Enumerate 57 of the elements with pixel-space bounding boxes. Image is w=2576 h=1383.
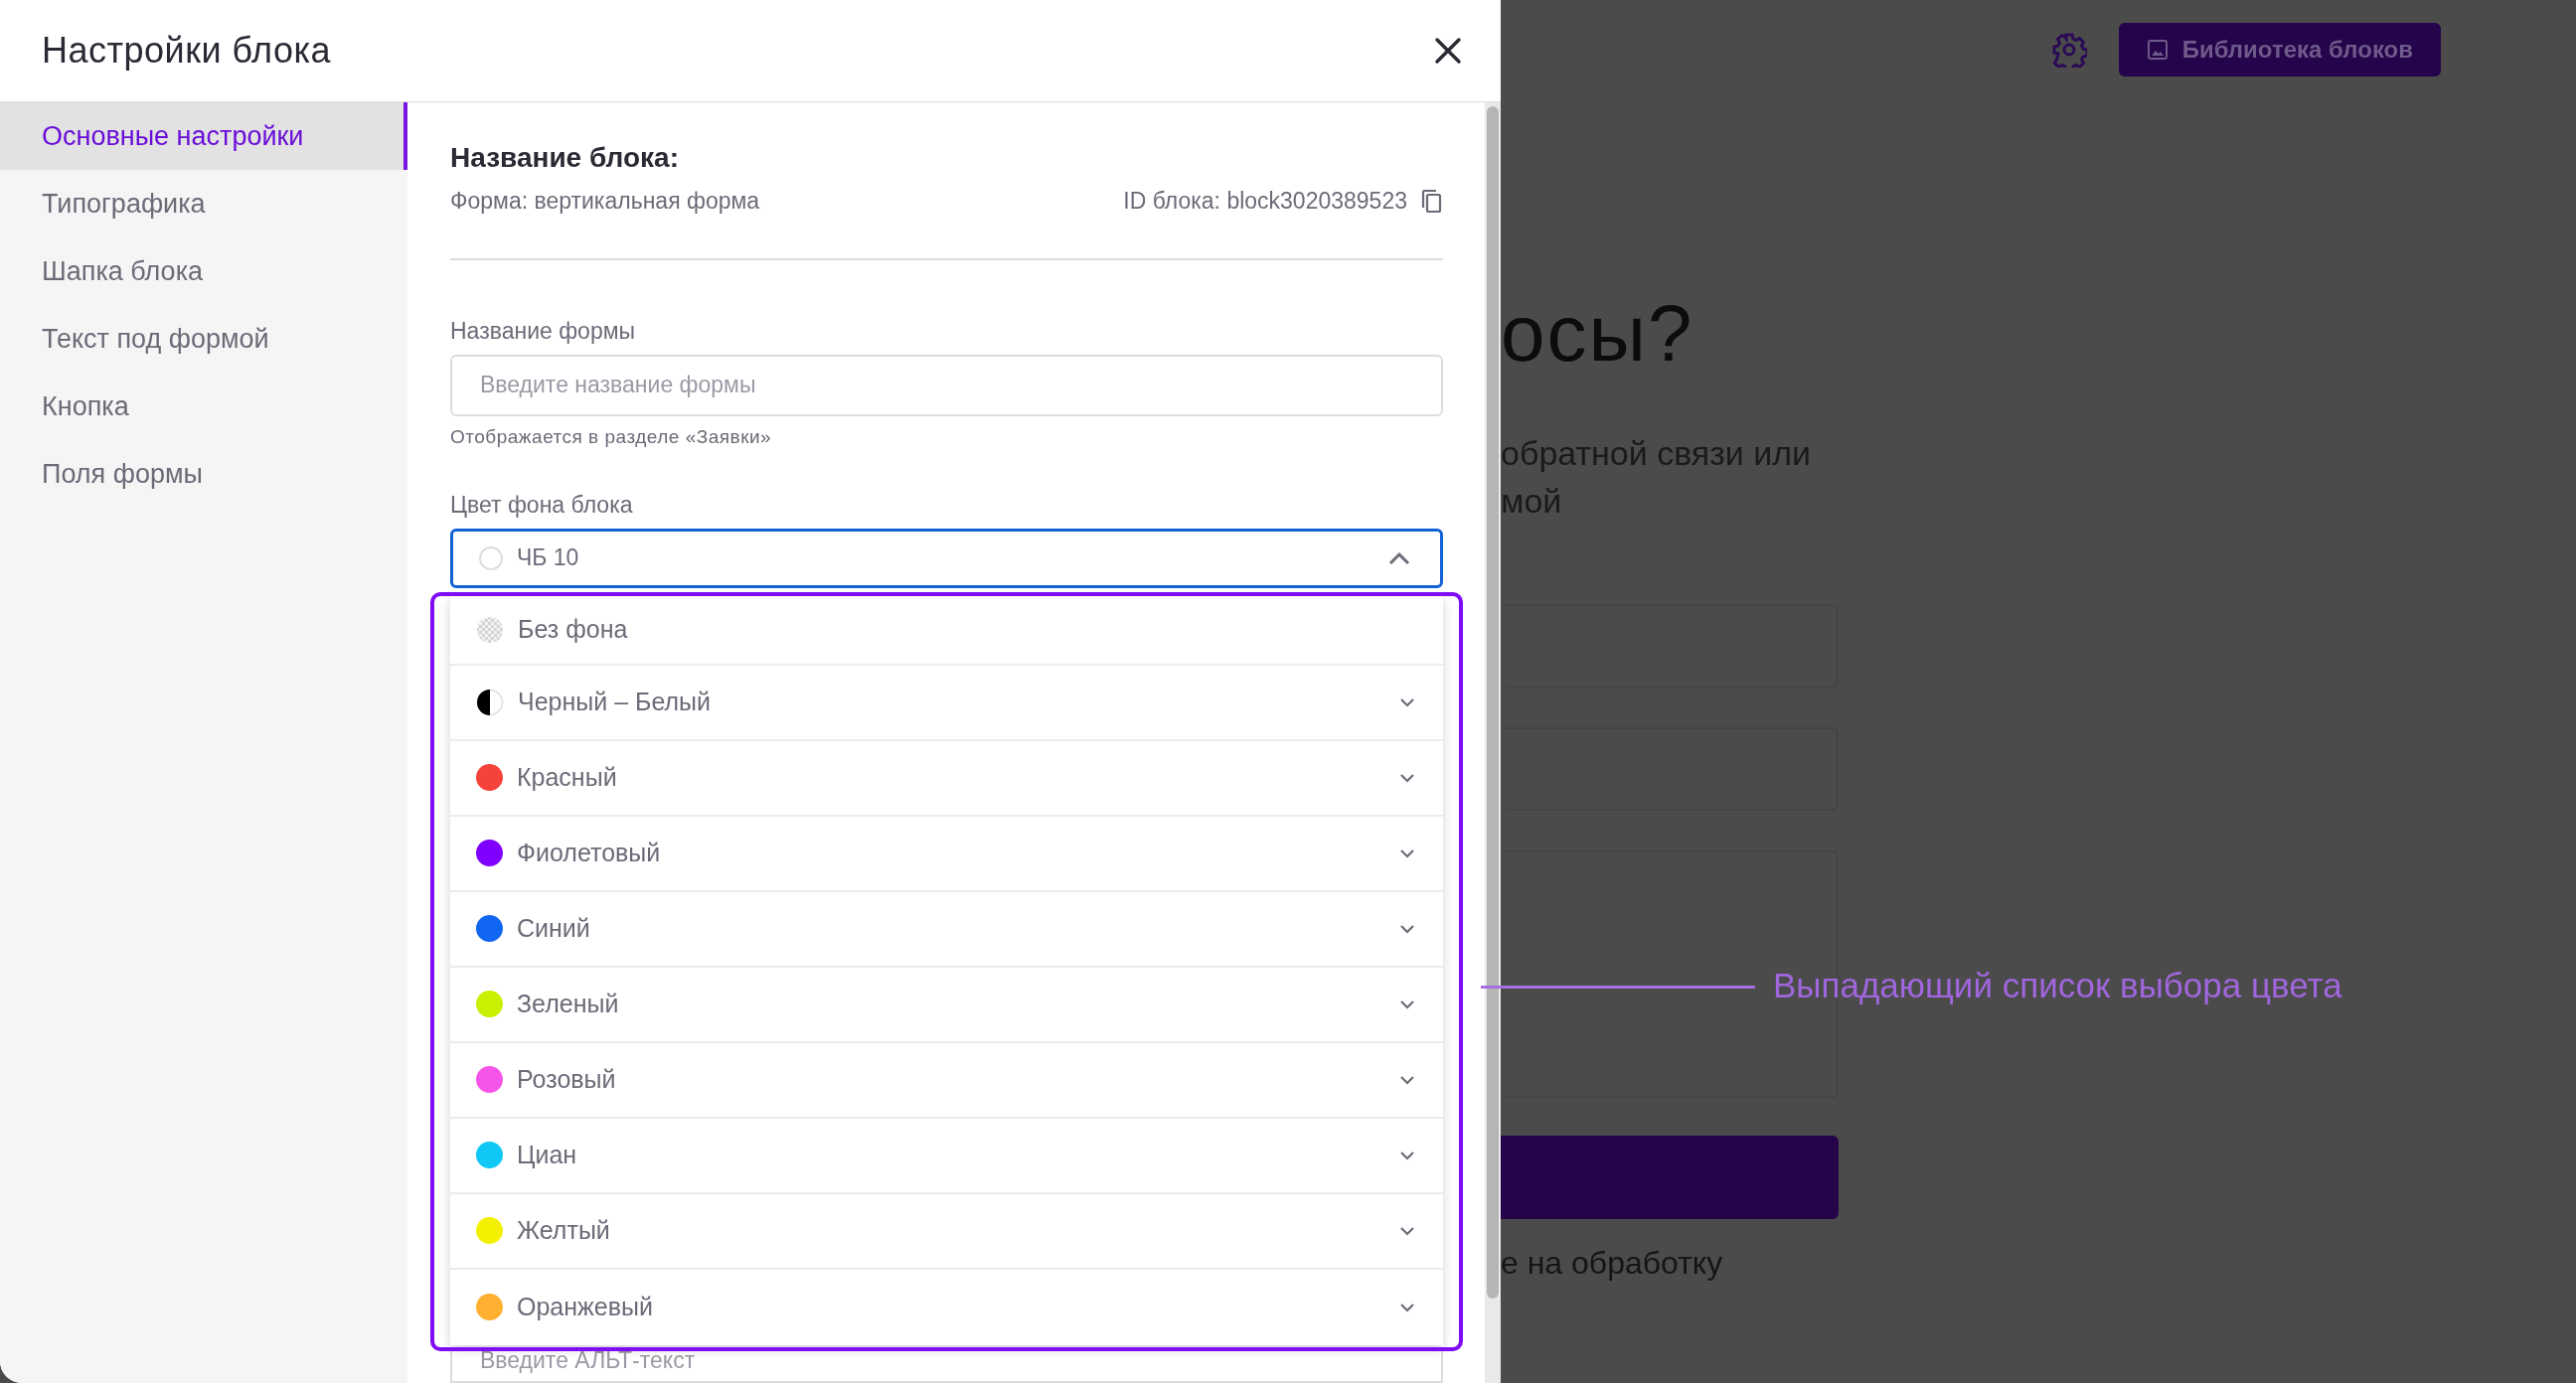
dropdown-option[interactable]: Без фона	[450, 595, 1443, 666]
scrollbar[interactable]	[1485, 102, 1501, 1383]
dropdown-option[interactable]: Розовый	[450, 1042, 1443, 1119]
dropdown-option[interactable]: Зеленый	[450, 967, 1443, 1043]
form-type-text: Форма: вертикальная форма	[450, 188, 760, 215]
select-value: ЧБ 10	[517, 544, 580, 572]
sidebar-item[interactable]: Текст под формой	[0, 305, 407, 373]
option-label: Циан	[517, 1141, 578, 1170]
image-icon	[2146, 39, 2169, 61]
option-label: Без фона	[518, 615, 629, 645]
form-name-field[interactable]: Введите название формы	[450, 354, 1443, 416]
annotation-label: Выпадающий список выбора цвета	[1773, 966, 2342, 1005]
swatch-icon	[479, 545, 503, 570]
library-button[interactable]: Библиотека блоков	[2118, 23, 2441, 77]
block-id-text: ID блока: block3020389523	[1123, 188, 1407, 215]
chevron-icon[interactable]	[1399, 847, 1415, 858]
page-heading: осы?	[1501, 288, 1695, 380]
option-label: Зеленый	[517, 990, 620, 1019]
option-label: Желтый	[517, 1216, 611, 1246]
dialog-title: Настройки блока	[42, 30, 332, 72]
chevron-icon[interactable]	[1399, 923, 1415, 934]
chevron-icon[interactable]	[1399, 1074, 1415, 1085]
dropdown-option[interactable]: Желтый	[450, 1193, 1443, 1270]
option-label: Фиолетовый	[517, 839, 662, 868]
chevron-icon[interactable]	[1399, 1150, 1415, 1160]
transparent-swatch-icon	[476, 615, 504, 644]
sidebar-item[interactable]: Шапка блока	[0, 237, 407, 305]
sidebar-item[interactable]: Кнопка	[0, 373, 407, 440]
dropdown-option[interactable]: Синий	[450, 891, 1443, 968]
half-circle-icon	[476, 688, 504, 716]
option-label: Оранжевый	[517, 1293, 654, 1322]
sidebar-item[interactable]: Основные настройки	[0, 102, 407, 170]
dropdown-option[interactable]: Черный – Белый	[450, 665, 1443, 741]
field-label: Название формы	[450, 317, 637, 345]
chevron-icon[interactable]	[1399, 696, 1415, 707]
chevron-icon[interactable]	[1399, 772, 1415, 783]
chevron-icon[interactable]	[1399, 1302, 1415, 1312]
chevron-icon[interactable]	[1399, 1225, 1415, 1236]
close-icon[interactable]	[1433, 36, 1463, 66]
sidebar-item[interactable]: Типографика	[0, 170, 407, 237]
dropdown-option[interactable]: Оранжевый	[450, 1269, 1443, 1345]
option-label: Черный – Белый	[518, 688, 712, 717]
option-label: Розовый	[517, 1065, 617, 1095]
dropdown-option[interactable]: Красный	[450, 740, 1443, 817]
field-label: Цвет фона блока	[450, 491, 634, 519]
option-label: Красный	[517, 763, 618, 793]
sidebar-item[interactable]: Поля формы	[0, 440, 407, 508]
placeholder-text: Введите АЛЬТ-текст	[480, 1346, 696, 1374]
color-select[interactable]: ЧБ 10	[450, 528, 1443, 588]
copy-icon[interactable]	[1421, 188, 1443, 215]
hint-text: Отображается в разделе «Заявки»	[450, 425, 773, 448]
option-label: Синий	[517, 914, 591, 944]
dropdown-option[interactable]: Циан	[450, 1118, 1443, 1194]
section-heading: Название блока:	[450, 142, 680, 174]
dropdown-option[interactable]: Фиолетовый	[450, 816, 1443, 892]
scrollbar-thumb[interactable]	[1487, 106, 1499, 1299]
chevron-icon[interactable]	[1399, 999, 1415, 1009]
